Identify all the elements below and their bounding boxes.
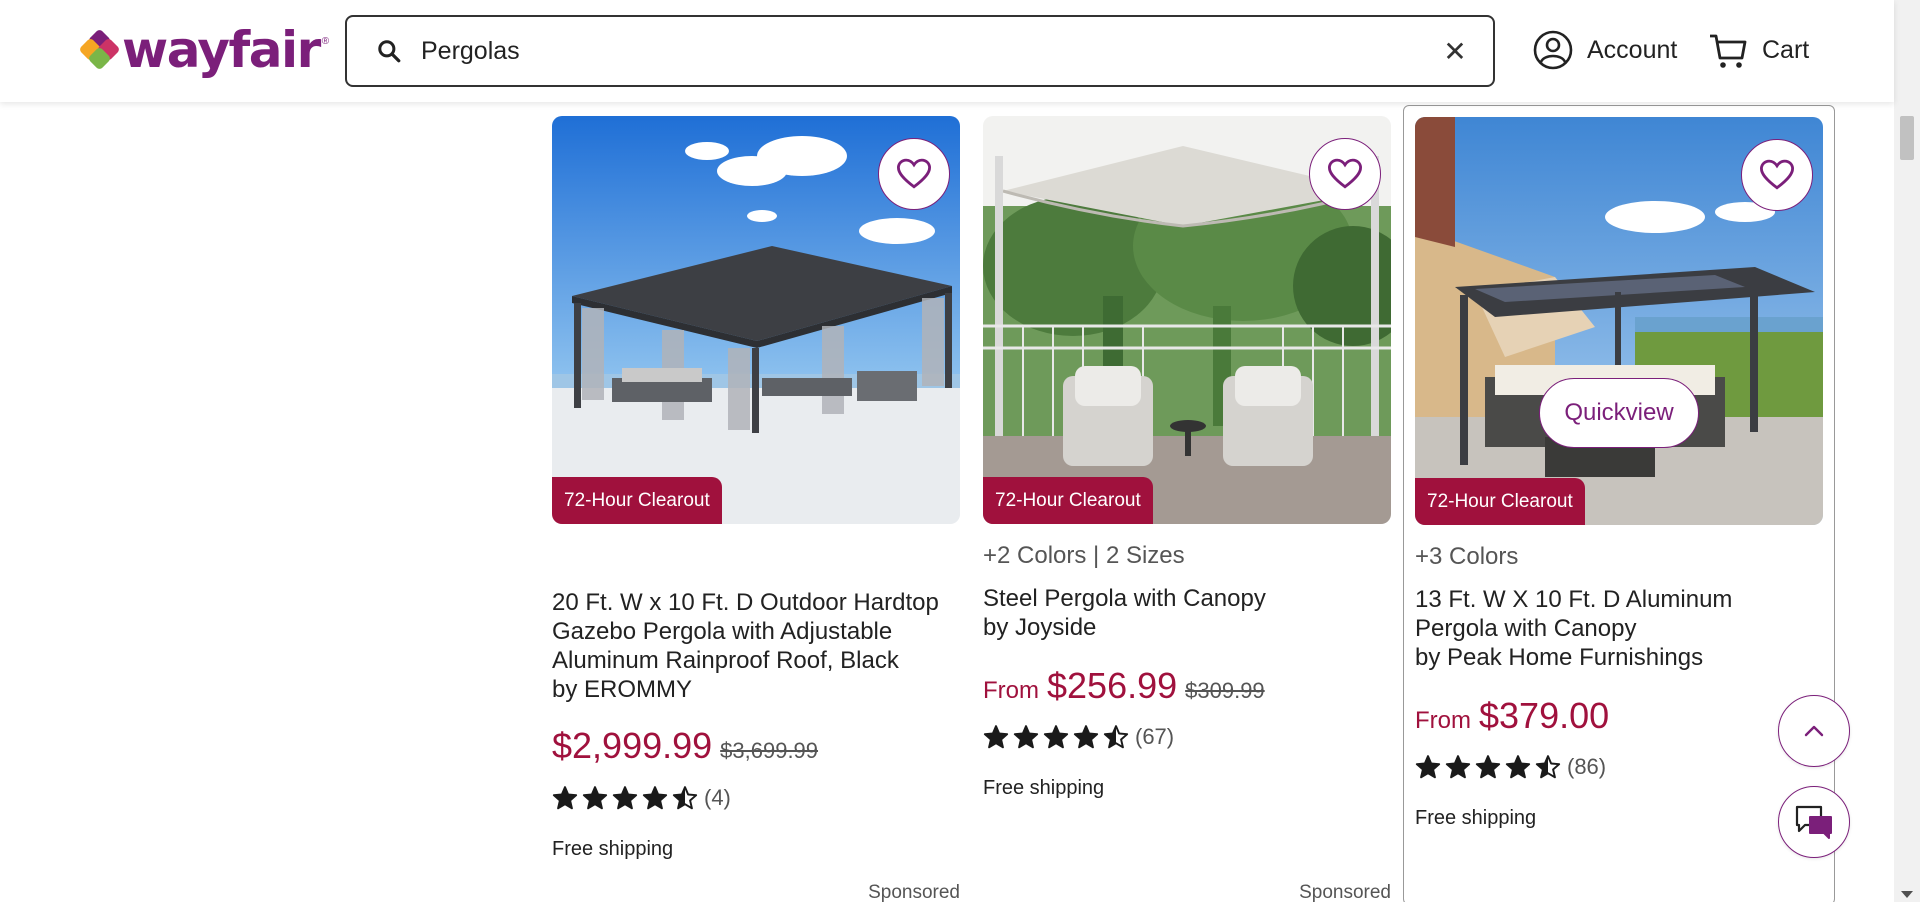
heart-icon: [897, 158, 931, 189]
star-icon: [1475, 755, 1501, 779]
original-price: $3,699.99: [720, 738, 819, 763]
heart-icon: [1328, 158, 1362, 189]
product-card[interactable]: 72-Hour Clearout 20 Ft. W x 10 Ft. D Out…: [552, 105, 982, 902]
original-price: $309.99: [1185, 678, 1265, 703]
sale-price: $2,999.99: [552, 725, 713, 766]
star-icon: [552, 786, 578, 810]
chat-icon: [1795, 805, 1832, 839]
close-icon[interactable]: ✕: [1435, 31, 1475, 71]
product-brand: by Peak Home Furnishings: [1415, 644, 1704, 671]
star-icon: [612, 786, 638, 810]
star-icon: [1445, 755, 1471, 779]
review-count: (4): [704, 785, 731, 810]
page-scrollbar[interactable]: [1894, 0, 1920, 902]
product-options[interactable]: +2 Colors | 2 Sizes: [983, 542, 1185, 570]
rating[interactable]: (86): [1415, 754, 1606, 780]
scrollbar-thumb[interactable]: [1900, 116, 1914, 160]
star-icon: [1103, 725, 1129, 749]
review-count: (86): [1567, 754, 1607, 779]
clearout-badge: 72-Hour Clearout: [983, 477, 1153, 524]
sale-price: $256.99: [1047, 665, 1178, 706]
star-icon: [1043, 725, 1069, 749]
review-count: (67): [1135, 724, 1175, 749]
rating[interactable]: (67): [983, 724, 1174, 750]
star-icon: [642, 786, 668, 810]
logo-mark-icon: [78, 28, 121, 71]
rating[interactable]: (4): [552, 785, 731, 811]
sale-price: $379.00: [1479, 695, 1610, 736]
product-brand: by Joyside: [983, 614, 1097, 641]
account-label: Account: [1587, 35, 1678, 64]
product-card[interactable]: 72-Hour Clearout +2 Colors | 2 Sizes Ste…: [983, 105, 1413, 902]
chat-button[interactable]: [1778, 786, 1850, 858]
cart-icon: [1710, 34, 1747, 68]
price-row: $2,999.99 $3,699.99: [552, 725, 818, 767]
account-button[interactable]: Account: [1533, 30, 1677, 70]
sponsored-label: Sponsored: [868, 882, 960, 902]
clearout-badge: 72-Hour Clearout: [552, 477, 722, 524]
search-icon[interactable]: [369, 31, 409, 71]
product-image[interactable]: Quickview 72-Hour Clearout: [1415, 117, 1823, 525]
shipping-info: Free shipping: [1415, 807, 1537, 829]
user-circle-icon: [1533, 30, 1573, 70]
star-icon: [1505, 755, 1531, 779]
search-bar: ✕: [345, 15, 1495, 87]
clearout-badge: 72-Hour Clearout: [1415, 478, 1585, 525]
favorite-button[interactable]: [878, 138, 950, 210]
star-icon: [672, 786, 698, 810]
star-icon: [1415, 755, 1441, 779]
star-icon: [1535, 755, 1561, 779]
product-title[interactable]: 13 Ft. W X 10 Ft. D Aluminum Pergola wit…: [1415, 585, 1815, 672]
wayfair-logo[interactable]: wayfair ®: [78, 21, 330, 79]
star-icon: [582, 786, 608, 810]
logo-text: wayfair: [122, 21, 321, 79]
product-card[interactable]: Quickview 72-Hour Clearout +3 Colors 13 …: [1403, 105, 1835, 902]
product-options[interactable]: +3 Colors: [1415, 543, 1518, 571]
heart-icon: [1760, 159, 1794, 190]
product-brand: by EROMMY: [552, 676, 693, 703]
sponsored-label: Sponsored: [1299, 882, 1391, 902]
favorite-button[interactable]: [1741, 139, 1813, 211]
product-title[interactable]: 20 Ft. W x 10 Ft. D Outdoor Hardtop Gaze…: [552, 588, 952, 704]
cart-label: Cart: [1762, 35, 1810, 64]
from-label: From: [1415, 707, 1471, 734]
cart-button[interactable]: Cart: [1708, 30, 1809, 70]
shipping-info: Free shipping: [983, 777, 1105, 799]
star-icon: [983, 725, 1009, 749]
product-name: Steel Pergola with Canopy: [983, 585, 1266, 612]
favorite-button[interactable]: [1309, 138, 1381, 210]
star-icon: [1073, 725, 1099, 749]
chevron-up-icon: [1804, 725, 1824, 737]
logo-trademark: ®: [321, 36, 330, 47]
product-title[interactable]: Steel Pergola with Canopy by Joyside: [983, 584, 1383, 642]
product-name: 13 Ft. W X 10 Ft. D Aluminum Pergola wit…: [1415, 586, 1733, 642]
product-name: 20 Ft. W x 10 Ft. D Outdoor Hardtop Gaze…: [552, 589, 939, 674]
site-header: wayfair ® ✕ Account Cart: [0, 0, 1894, 102]
product-image[interactable]: 72-Hour Clearout: [552, 116, 960, 524]
scroll-down-arrow-icon[interactable]: [1901, 891, 1913, 898]
search-input[interactable]: [421, 31, 1435, 71]
shipping-info: Free shipping: [552, 838, 674, 860]
from-label: From: [983, 677, 1039, 704]
back-to-top-button[interactable]: [1778, 695, 1850, 767]
star-icon: [1013, 725, 1039, 749]
product-image[interactable]: 72-Hour Clearout: [983, 116, 1391, 524]
quickview-button[interactable]: Quickview: [1539, 378, 1699, 448]
price-row: From $379.00: [1415, 695, 1609, 737]
price-row: From $256.99 $309.99: [983, 665, 1265, 707]
